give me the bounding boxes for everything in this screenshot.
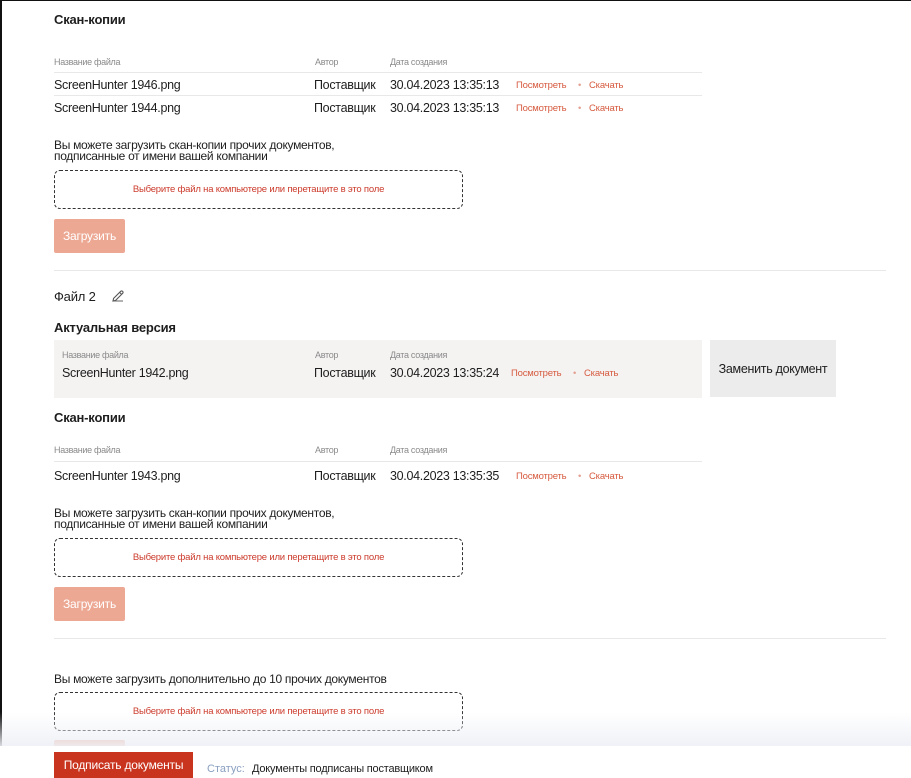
col-header-author: Автор bbox=[315, 350, 339, 360]
view-link[interactable]: Посмотреть bbox=[516, 471, 567, 482]
col-header-name: Название файла bbox=[54, 445, 121, 455]
col-header-author: Автор bbox=[315, 445, 339, 455]
file-date: 30.04.2023 13:35:13 bbox=[390, 78, 499, 92]
file-date: 30.04.2023 13:35:24 bbox=[390, 366, 499, 380]
section-divider bbox=[54, 270, 886, 271]
file-name: ScreenHunter 1943.png bbox=[54, 469, 181, 483]
actual-version-title: Актуальная версия bbox=[54, 320, 176, 335]
col-header-name: Название файла bbox=[54, 57, 121, 67]
file-name: ScreenHunter 1942.png bbox=[62, 366, 189, 380]
file-2-title: Файл 2 bbox=[54, 289, 96, 304]
col-header-date: Дата создания bbox=[390, 57, 448, 67]
download-link[interactable]: Скачать bbox=[589, 103, 623, 114]
upload-button[interactable]: Загрузить bbox=[54, 587, 125, 621]
view-link[interactable]: Посмотреть bbox=[511, 368, 562, 379]
footer-shadow bbox=[0, 712, 911, 746]
sign-documents-button[interactable]: Подписать документы bbox=[54, 752, 193, 778]
pencil-icon[interactable] bbox=[110, 288, 126, 304]
file-date: 30.04.2023 13:35:35 bbox=[390, 469, 499, 483]
link-separator: • bbox=[578, 80, 582, 91]
download-link[interactable]: Скачать bbox=[589, 471, 623, 482]
file-date: 30.04.2023 13:35:13 bbox=[390, 101, 499, 115]
file-dropzone[interactable]: Выберите файл на компьютере или перетащи… bbox=[54, 538, 463, 577]
col-header-date: Дата создания bbox=[390, 445, 448, 455]
actual-version-box: Название файла Автор Дата создания Scree… bbox=[54, 340, 702, 398]
link-separator: • bbox=[578, 471, 582, 482]
file-author: Поставщик bbox=[314, 101, 376, 115]
download-link[interactable]: Скачать bbox=[589, 80, 623, 91]
upload-note-line2: подписанные от имени вашей компании bbox=[54, 149, 268, 163]
replace-document-button[interactable]: Заменить документ bbox=[710, 340, 836, 397]
col-header-author: Автор bbox=[315, 57, 339, 67]
col-header-name: Название файла bbox=[62, 350, 129, 360]
window-top-border bbox=[0, 0, 911, 1]
table-divider bbox=[54, 72, 702, 73]
view-link[interactable]: Посмотреть bbox=[516, 80, 567, 91]
download-link[interactable]: Скачать bbox=[584, 368, 618, 379]
section-divider bbox=[54, 638, 886, 639]
extra-documents-note: Вы можете загрузить дополнительно до 10 … bbox=[54, 672, 387, 686]
table-divider bbox=[54, 461, 702, 462]
scan-copies-title: Скан-копии bbox=[54, 12, 126, 27]
upload-note-line2: подписанные от имени вашей компании bbox=[54, 517, 268, 531]
file-dropzone[interactable]: Выберите файл на компьютере или перетащи… bbox=[54, 170, 463, 209]
scan-copies-title: Скан-копии bbox=[54, 410, 126, 425]
link-separator: • bbox=[573, 368, 577, 379]
view-link[interactable]: Посмотреть bbox=[516, 103, 567, 114]
window-left-border bbox=[0, 0, 2, 776]
status-label: Статус: bbox=[207, 763, 245, 775]
file-author: Поставщик bbox=[314, 366, 376, 380]
file-author: Поставщик bbox=[314, 78, 376, 92]
file-name: ScreenHunter 1944.png bbox=[54, 101, 181, 115]
table-divider bbox=[54, 95, 702, 96]
upload-button[interactable]: Загрузить bbox=[54, 219, 125, 253]
link-separator: • bbox=[578, 103, 582, 114]
file-author: Поставщик bbox=[314, 469, 376, 483]
col-header-date: Дата создания bbox=[390, 350, 448, 360]
file-name: ScreenHunter 1946.png bbox=[54, 78, 181, 92]
status-text: Документы подписаны поставщиком bbox=[252, 763, 433, 775]
